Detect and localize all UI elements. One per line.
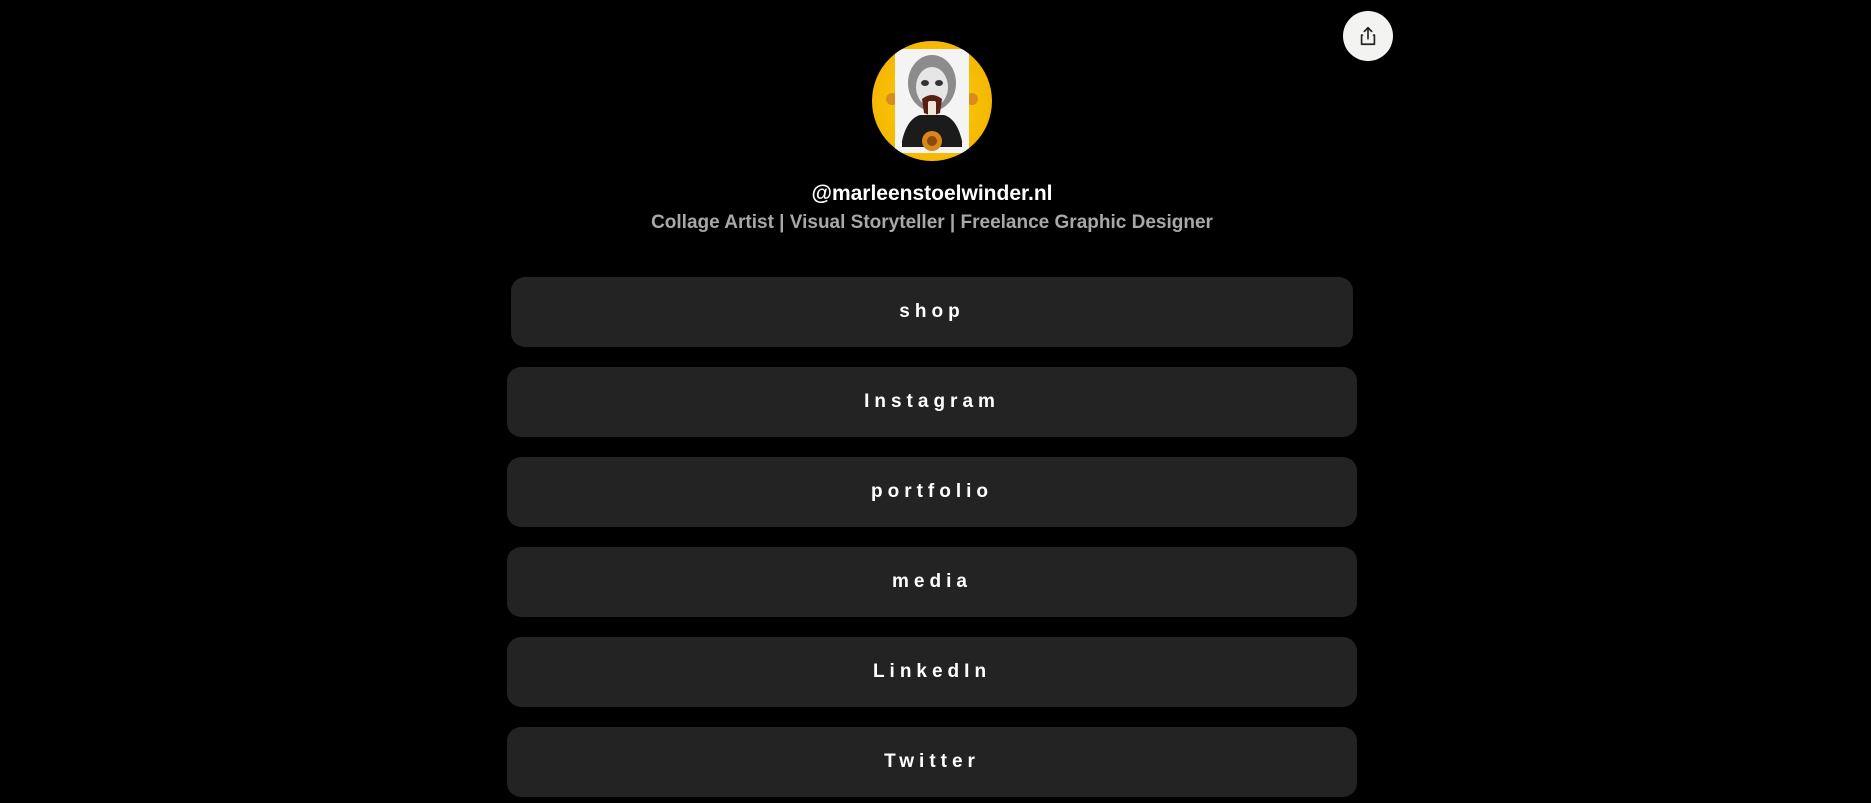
link-label: Twitter: [884, 751, 980, 772]
link-label: shop: [899, 301, 965, 322]
avatar: [872, 41, 992, 161]
username: @marleenstoelwinder.nl: [811, 182, 1053, 205]
link-button-linkedin[interactable]: LinkedIn: [507, 637, 1357, 707]
link-list: shop Instagram portfolio media LinkedIn …: [507, 277, 1357, 803]
link-button-instagram[interactable]: Instagram: [507, 367, 1357, 437]
link-label: Instagram: [864, 391, 1000, 412]
profile-page: @marleenstoelwinder.nl Collage Artist | …: [0, 0, 1871, 803]
link-button-twitter[interactable]: Twitter: [507, 727, 1357, 797]
link-button-portfolio[interactable]: portfolio: [507, 457, 1357, 527]
link-button-media[interactable]: media: [507, 547, 1357, 617]
share-icon: [1360, 26, 1376, 46]
link-label: portfolio: [870, 481, 994, 502]
share-button[interactable]: [1343, 11, 1393, 61]
bio: Collage Artist | Visual Storyteller | Fr…: [651, 212, 1213, 233]
avatar-image: [886, 49, 978, 153]
link-label: LinkedIn: [872, 661, 992, 682]
link-label: media: [892, 571, 972, 592]
link-button-shop[interactable]: shop: [511, 277, 1353, 347]
